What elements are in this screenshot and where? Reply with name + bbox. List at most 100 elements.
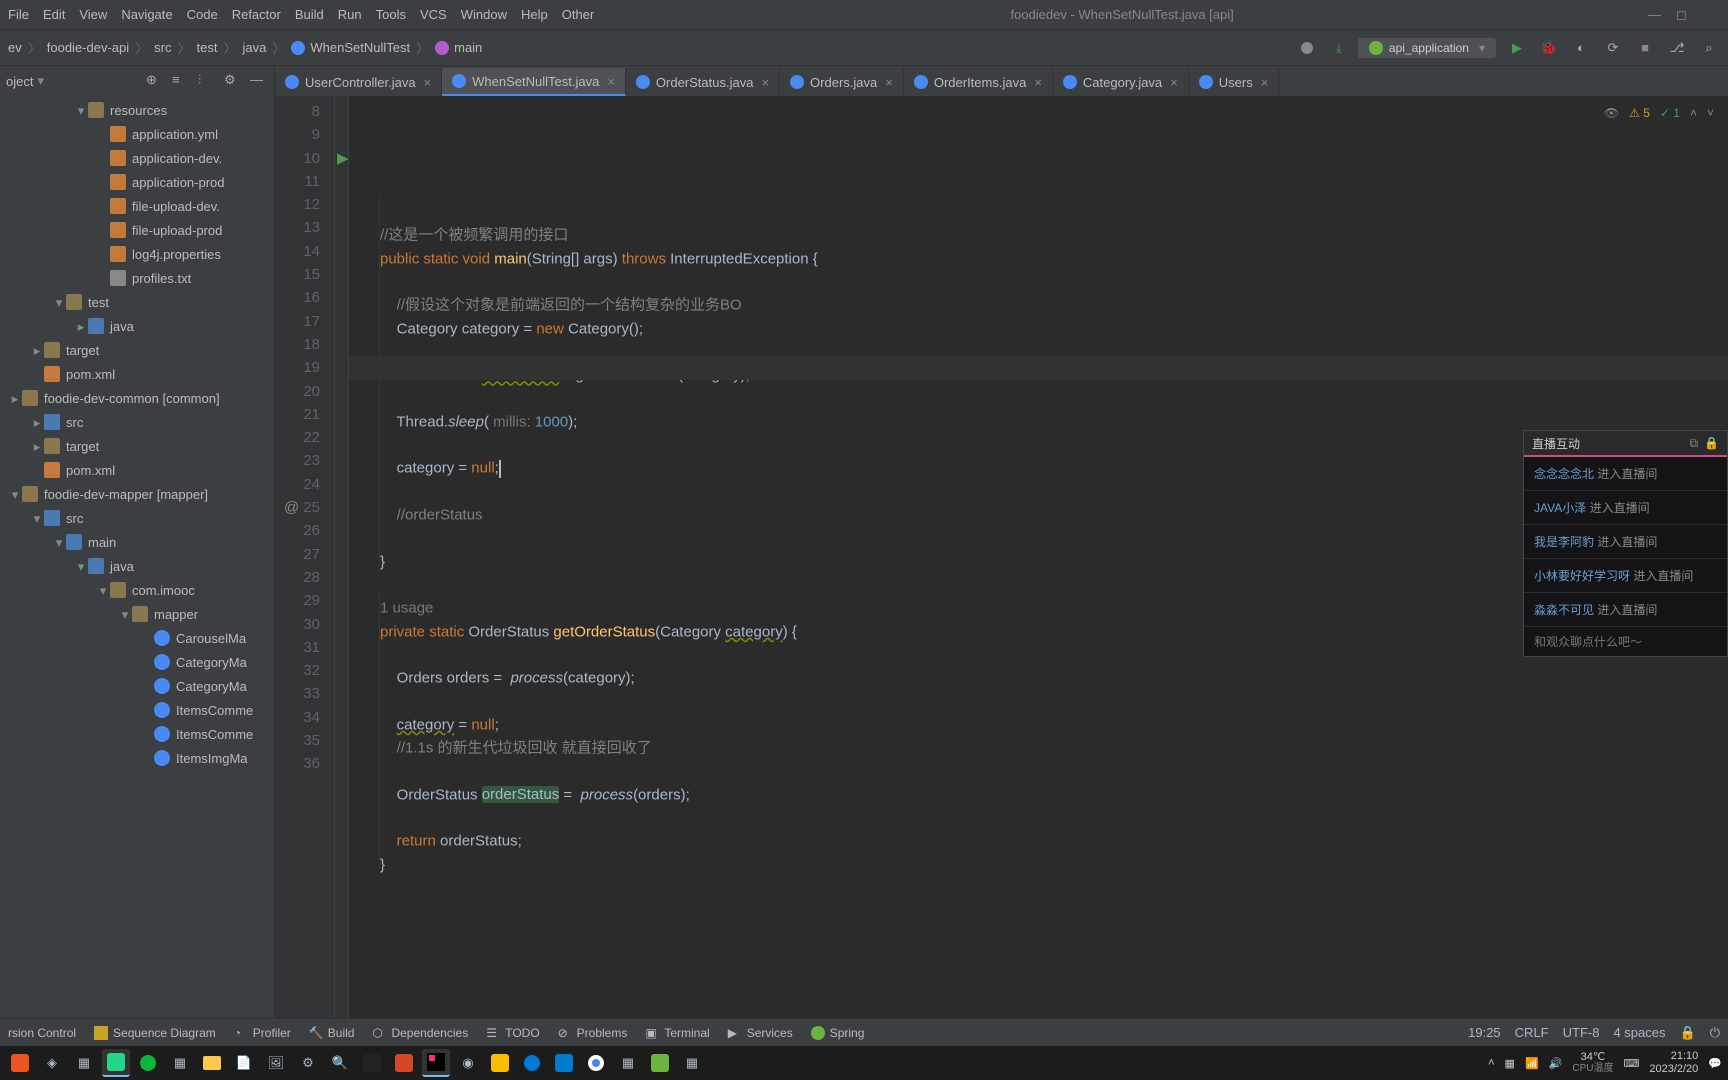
code-line[interactable]: Orders orders = process(category);: [379, 659, 1728, 682]
tray-icon[interactable]: ˄: [1488, 1057, 1494, 1069]
code-line[interactable]: return orderStatus;: [379, 822, 1728, 845]
codewithme-icon[interactable]: [1296, 37, 1318, 59]
breadcrumb-part[interactable]: foodie-dev-api: [47, 40, 129, 55]
menu-edit[interactable]: Edit: [43, 7, 65, 22]
breadcrumb[interactable]: ev〉 foodie-dev-api〉 src〉 test〉 java〉 Whe…: [8, 38, 482, 57]
code-line[interactable]: [379, 869, 1728, 892]
tray-clock[interactable]: 21:10 2023/2/20: [1649, 1050, 1698, 1076]
tree-node[interactable]: CategoryMa: [0, 650, 274, 674]
profile-button[interactable]: ⟳: [1602, 37, 1624, 59]
down-arrow-icon[interactable]: ˅: [1707, 102, 1714, 125]
taskbar-vscode-icon[interactable]: [550, 1049, 578, 1077]
code-line[interactable]: //1.1s 的新生代垃圾回收 就直接回收了: [379, 729, 1728, 752]
taskbar-app-icon[interactable]: ▦: [166, 1049, 194, 1077]
taskbar-app-icon[interactable]: [646, 1049, 674, 1077]
tree-node[interactable]: ▸foodie-dev-common [common]: [0, 386, 274, 410]
breadcrumb-part[interactable]: ev: [8, 40, 22, 55]
tool-problems[interactable]: ⊘Problems: [558, 1026, 628, 1040]
code-line[interactable]: category = null;: [379, 706, 1728, 729]
tray-icon[interactable]: ⌨: [1623, 1057, 1639, 1070]
taskbar-app-icon[interactable]: ◈: [38, 1049, 66, 1077]
breadcrumb-part[interactable]: java: [243, 40, 267, 55]
editor-tab[interactable]: OrderItems.java×: [904, 68, 1053, 96]
tool-build[interactable]: 🔨Build: [309, 1026, 355, 1040]
debug-button[interactable]: 🐞: [1538, 37, 1560, 59]
tree-node[interactable]: ItemsComme: [0, 698, 274, 722]
readonly-icon[interactable]: 🔒: [1680, 1025, 1696, 1041]
eye-icon[interactable]: 👁: [1604, 102, 1619, 125]
tray-icon[interactable]: 🔊: [1549, 1057, 1563, 1070]
window-minimize-icon[interactable]: —: [1648, 7, 1664, 23]
editor-tab[interactable]: Orders.java×: [780, 68, 904, 96]
menu-view[interactable]: View: [79, 7, 107, 22]
live-chat-panel[interactable]: 直播互动 ⧉ 🔒 念念念念北 进入直播间JAVA小泽 进入直播间我是李阿豹 进入…: [1523, 430, 1728, 657]
menu-other[interactable]: Other: [562, 7, 595, 22]
close-icon[interactable]: ×: [607, 74, 615, 89]
ok-badge[interactable]: ✓ 1: [1660, 102, 1680, 125]
tree-node[interactable]: ▸target: [0, 434, 274, 458]
tree-node[interactable]: pom.xml: [0, 362, 274, 386]
tree-node[interactable]: ▸target: [0, 338, 274, 362]
warning-badge[interactable]: ⚠ 5: [1629, 102, 1650, 125]
fold-gutter[interactable]: ▶: [335, 96, 349, 1018]
inspection-widget[interactable]: 👁 ⚠ 5 ✓ 1 ˄ ˅: [1604, 102, 1714, 125]
menu-navigate[interactable]: Navigate: [121, 7, 172, 22]
taskbar-image-icon[interactable]: 🖼: [262, 1049, 290, 1077]
tray-icon[interactable]: ▦: [1505, 1057, 1515, 1070]
menu-refactor[interactable]: Refactor: [232, 7, 281, 22]
menu-tools[interactable]: Tools: [376, 7, 406, 22]
code-line[interactable]: //假设这个对象是前端返回的一个结构复杂的业务BO: [379, 286, 1728, 309]
code-line[interactable]: public static void main(String[] args) t…: [379, 240, 1728, 263]
taskbar-notepad-icon[interactable]: 📄: [230, 1049, 258, 1077]
close-icon[interactable]: ×: [1034, 75, 1042, 90]
project-tree[interactable]: ▾resourcesapplication.ymlapplication-dev…: [0, 96, 274, 1018]
tree-node[interactable]: ▾resources: [0, 98, 274, 122]
breadcrumb-part[interactable]: src: [154, 40, 171, 55]
tree-node[interactable]: ▸java: [0, 314, 274, 338]
tree-node[interactable]: ▾mapper: [0, 602, 274, 626]
run-gutter-icon[interactable]: ▶: [337, 147, 349, 170]
code-line[interactable]: Thread.sleep( millis: 1000);: [379, 403, 1728, 426]
close-icon[interactable]: ×: [761, 75, 769, 90]
taskbar-app-icon[interactable]: ▦: [70, 1049, 98, 1077]
taskbar-settings-icon[interactable]: ⚙: [294, 1049, 322, 1077]
tree-node[interactable]: file-upload-dev.: [0, 194, 274, 218]
tool-dependencies[interactable]: ⬡Dependencies: [372, 1026, 468, 1040]
editor-tab[interactable]: WhenSetNullTest.java×: [442, 68, 626, 96]
tree-node[interactable]: ▾test: [0, 290, 274, 314]
live-chat-input[interactable]: 和观众聊点什么吧～: [1524, 627, 1727, 656]
code-area[interactable]: 👁 ⚠ 5 ✓ 1 ˄ ˅ //这是一个被频繁调用的接口public stati…: [349, 96, 1728, 1018]
tree-node[interactable]: ▸src: [0, 410, 274, 434]
popout-icon[interactable]: ⧉: [1689, 436, 1698, 451]
editor-tab[interactable]: UserController.java×: [275, 68, 442, 96]
tree-node[interactable]: ▾foodie-dev-mapper [mapper]: [0, 482, 274, 506]
tree-node[interactable]: ▾com.imooc: [0, 578, 274, 602]
close-icon[interactable]: ×: [1170, 75, 1178, 90]
run-config-dropdown[interactable]: api_application ▾: [1358, 38, 1496, 58]
taskbar-search-icon[interactable]: 🔍: [326, 1049, 354, 1077]
tree-node[interactable]: application.yml: [0, 122, 274, 146]
status-pos[interactable]: 19:25: [1468, 1025, 1501, 1041]
taskbar-wps-icon[interactable]: [390, 1049, 418, 1077]
code-line[interactable]: }: [379, 846, 1728, 869]
tool-services[interactable]: ▶Services: [728, 1026, 793, 1040]
live-chat-header[interactable]: 直播互动 ⧉ 🔒: [1524, 431, 1727, 457]
taskbar-pycharm-icon[interactable]: [102, 1049, 130, 1077]
code-line[interactable]: OrderStatus orderStatus = process(orders…: [379, 776, 1728, 799]
status-indent[interactable]: 4 spaces: [1613, 1025, 1665, 1041]
close-icon[interactable]: ×: [424, 75, 432, 90]
editor-tab[interactable]: Users×: [1189, 68, 1280, 96]
up-arrow-icon[interactable]: ˄: [1690, 102, 1697, 125]
select-opened-file-icon[interactable]: ⊕: [146, 72, 164, 90]
tool-version-control[interactable]: rsion Control: [8, 1026, 76, 1040]
window-maximize-icon[interactable]: ◻: [1676, 7, 1692, 23]
menu-code[interactable]: Code: [187, 7, 218, 22]
collapse-all-icon[interactable]: ⫶: [198, 72, 216, 90]
run-button[interactable]: ▶: [1506, 37, 1528, 59]
close-icon[interactable]: ×: [1261, 75, 1269, 90]
tree-node[interactable]: CategoryMa: [0, 674, 274, 698]
editor-tab[interactable]: Category.java×: [1053, 68, 1189, 96]
taskbar-wechat-icon[interactable]: [134, 1049, 162, 1077]
menu-vcs[interactable]: VCS: [420, 7, 447, 22]
taskbar-intellij-icon[interactable]: [422, 1049, 450, 1077]
